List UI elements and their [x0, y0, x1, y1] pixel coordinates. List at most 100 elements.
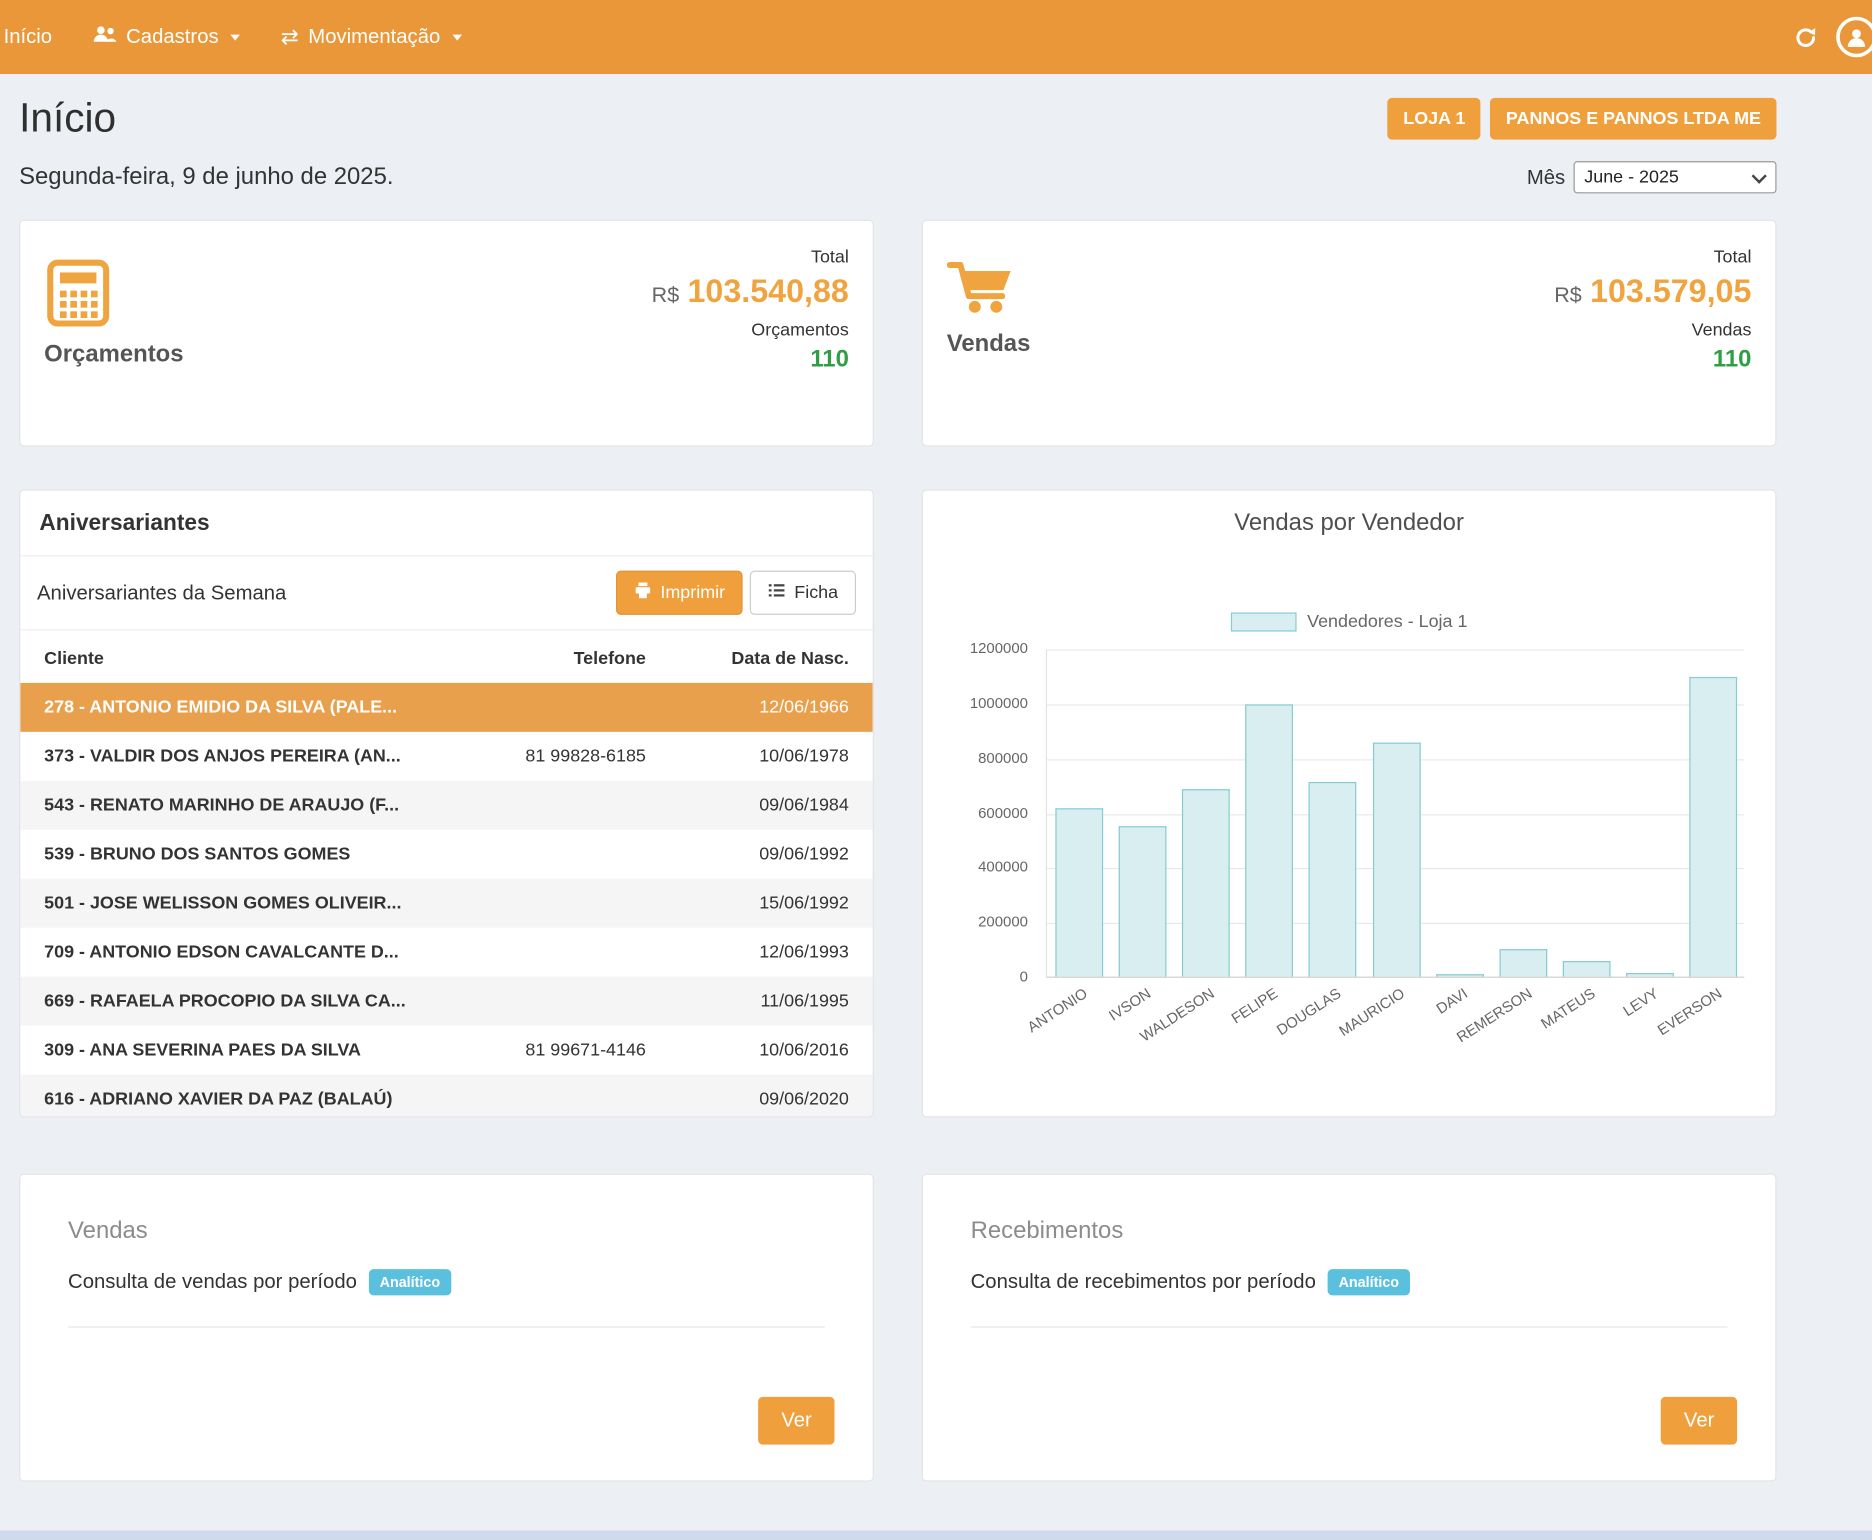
recebimentos-report-card: Recebimentos Consulta de recebimentos po…	[922, 1174, 1777, 1482]
analitico-badge: Analítico	[369, 1269, 451, 1295]
nav-menu: Início Cadastros ⇄ Movimentação	[0, 0, 482, 74]
chart-title: Vendas por Vendedor	[923, 510, 1775, 537]
total-label: Total	[1554, 247, 1751, 267]
aniversariantes-card: Aniversariantes Aniversariantes da Seman…	[19, 489, 874, 1117]
vendas-card: Vendas Total R$ 103.579,05 Vendas 110	[922, 220, 1777, 447]
orcamentos-card: Orçamentos Total R$ 103.540,88 Orçamento…	[19, 220, 874, 447]
currency-label: R$	[652, 283, 679, 308]
birthdate-cell: 12/06/1993	[688, 942, 849, 962]
birthdate-cell: 09/06/2020	[688, 1089, 849, 1109]
ver-vendas-button[interactable]: Ver	[759, 1397, 835, 1445]
list-icon	[768, 581, 786, 604]
client-cell: 539 - BRUNO DOS SANTOS GOMES	[44, 844, 473, 864]
table-row[interactable]: 539 - BRUNO DOS SANTOS GOMES 09/06/1992	[20, 830, 872, 879]
month-select[interactable]: June - 2025	[1574, 161, 1777, 193]
ver-recebimentos-button[interactable]: Ver	[1661, 1397, 1737, 1445]
client-cell: 373 - VALDIR DOS ANJOS PEREIRA (AN...	[44, 746, 473, 766]
client-cell: 543 - RENATO MARINHO DE ARAUJO (F...	[44, 795, 473, 815]
nav-item-cadastros[interactable]: Cadastros	[72, 0, 260, 74]
table-row[interactable]: 543 - RENATO MARINHO DE ARAUJO (F... 09/0…	[20, 781, 872, 830]
birthdate-cell: 10/06/2016	[688, 1040, 849, 1060]
refresh-icon[interactable]	[1794, 26, 1817, 49]
nav-item-inicio[interactable]: Início	[0, 0, 72, 74]
vendas-por-vendedor-card: Vendas por Vendedor Vendedores - Loja 1 …	[922, 489, 1777, 1117]
chart-y-axis: 020000040000060000080000010000001200000	[923, 649, 1028, 977]
aniversariantes-subtitle: Aniversariantes da Semana	[37, 581, 286, 605]
record-button[interactable]: Ficha	[750, 571, 856, 615]
chart-bar	[1563, 961, 1611, 977]
chart-bar	[1118, 826, 1166, 976]
x-tick-label: MATEUS	[1538, 985, 1598, 1032]
analitico-badge: Analítico	[1328, 1269, 1410, 1295]
column-data-nasc: Data de Nasc.	[688, 648, 849, 668]
birthdate-cell: 09/06/1992	[688, 844, 849, 864]
chart-plot	[1046, 649, 1744, 977]
exchange-arrows-icon: ⇄	[281, 24, 299, 49]
y-tick-label: 200000	[923, 914, 1028, 931]
printer-icon	[634, 581, 652, 604]
client-cell: 709 - ANTONIO EDSON CAVALCANTE D...	[44, 942, 473, 962]
chart-bar	[1245, 704, 1293, 976]
chart-bar	[1055, 808, 1103, 976]
birthdate-cell: 15/06/1992	[688, 893, 849, 913]
record-button-label: Ficha	[794, 583, 838, 603]
company-button[interactable]: PANNOS E PANNOS LTDA ME	[1490, 98, 1776, 140]
nav-inicio-label: Início	[4, 25, 53, 49]
y-tick-label: 600000	[923, 804, 1028, 821]
birthdate-cell: 09/06/1984	[688, 795, 849, 815]
chevron-down-icon	[452, 34, 462, 40]
nav-item-movimentacao[interactable]: ⇄ Movimentação	[260, 0, 482, 74]
nav-cadastros-label: Cadastros	[126, 25, 219, 49]
report-description: Consulta de vendas por período	[68, 1270, 357, 1294]
total-label: Total	[652, 247, 849, 267]
x-tick-label: IVSON	[1106, 985, 1154, 1024]
report-title: Recebimentos	[971, 1218, 1728, 1245]
legend-swatch	[1231, 612, 1297, 631]
birthday-table-body: 278 - ANTONIO EMIDIO DA SILVA (PALE... 12…	[20, 683, 872, 1118]
phone-cell: 81 99828-6185	[473, 746, 688, 766]
chart-bar	[1182, 789, 1230, 976]
table-row[interactable]: 616 - ADRIANO XAVIER DA PAZ (BALAÚ) 09/06…	[20, 1074, 872, 1117]
chart-bar	[1436, 974, 1484, 976]
x-tick-label: DAVI	[1434, 985, 1471, 1017]
client-cell: 278 - ANTONIO EMIDIO DA SILVA (PALE...	[44, 697, 473, 717]
chart-bar	[1626, 973, 1674, 976]
total-value: 103.579,05	[1590, 273, 1751, 310]
table-row[interactable]: 309 - ANA SEVERINA PAES DA SILVA81 99671…	[20, 1026, 872, 1075]
table-row[interactable]: 669 - RAFAELA PROCOPIO DA SILVA CA...11/…	[20, 977, 872, 1026]
current-date: Segunda-feira, 9 de junho de 2025.	[19, 164, 393, 191]
table-row[interactable]: 278 - ANTONIO EMIDIO DA SILVA (PALE...12…	[20, 683, 872, 732]
y-tick-label: 800000	[923, 749, 1028, 766]
x-tick-label: ANTONIO	[1024, 985, 1090, 1036]
chart-bar	[1309, 782, 1357, 976]
y-tick-label: 1000000	[923, 695, 1028, 712]
birthdate-cell: 11/06/1995	[688, 991, 849, 1011]
client-cell: 501 - JOSE WELISSON GOMES OLIVEIR...	[44, 893, 473, 913]
y-tick-label: 1200000	[923, 640, 1028, 657]
print-button[interactable]: Imprimir	[616, 571, 743, 615]
table-row[interactable]: 709 - ANTONIO EDSON CAVALCANTE D... 12/06…	[20, 928, 872, 977]
chevron-down-icon	[231, 34, 241, 40]
store-button[interactable]: LOJA 1	[1388, 98, 1481, 140]
divider	[971, 1326, 1728, 1327]
month-label: Mês	[1527, 165, 1565, 189]
count-label: Vendas	[1554, 320, 1751, 340]
navbar: Início Cadastros ⇄ Movimentação	[0, 0, 1872, 74]
user-avatar[interactable]	[1836, 17, 1872, 58]
chart-bar	[1499, 949, 1547, 976]
column-telefone: Telefone	[473, 648, 688, 668]
x-tick-label: LEVY	[1621, 985, 1662, 1020]
x-tick-label: DOUGLAS	[1274, 985, 1344, 1039]
aniversariantes-title: Aniversariantes	[20, 491, 872, 557]
table-row[interactable]: 373 - VALDIR DOS ANJOS PEREIRA (AN...81 …	[20, 732, 872, 781]
client-cell: 616 - ADRIANO XAVIER DA PAZ (BALAÚ)	[44, 1089, 473, 1109]
footer-strip	[0, 1531, 1872, 1540]
y-tick-label: 0	[923, 968, 1028, 985]
page-content: Início LOJA 1 PANNOS E PANNOS LTDA ME Se…	[0, 96, 1872, 1482]
table-row[interactable]: 501 - JOSE WELISSON GOMES OLIVEIR... 15/0…	[20, 879, 872, 928]
chart-bar	[1372, 743, 1420, 977]
count-label: Orçamentos	[652, 320, 849, 340]
vendas-report-card: Vendas Consulta de vendas por período An…	[19, 1174, 874, 1482]
phone-cell: 81 99671-4146	[473, 1040, 688, 1060]
y-tick-label: 400000	[923, 859, 1028, 876]
